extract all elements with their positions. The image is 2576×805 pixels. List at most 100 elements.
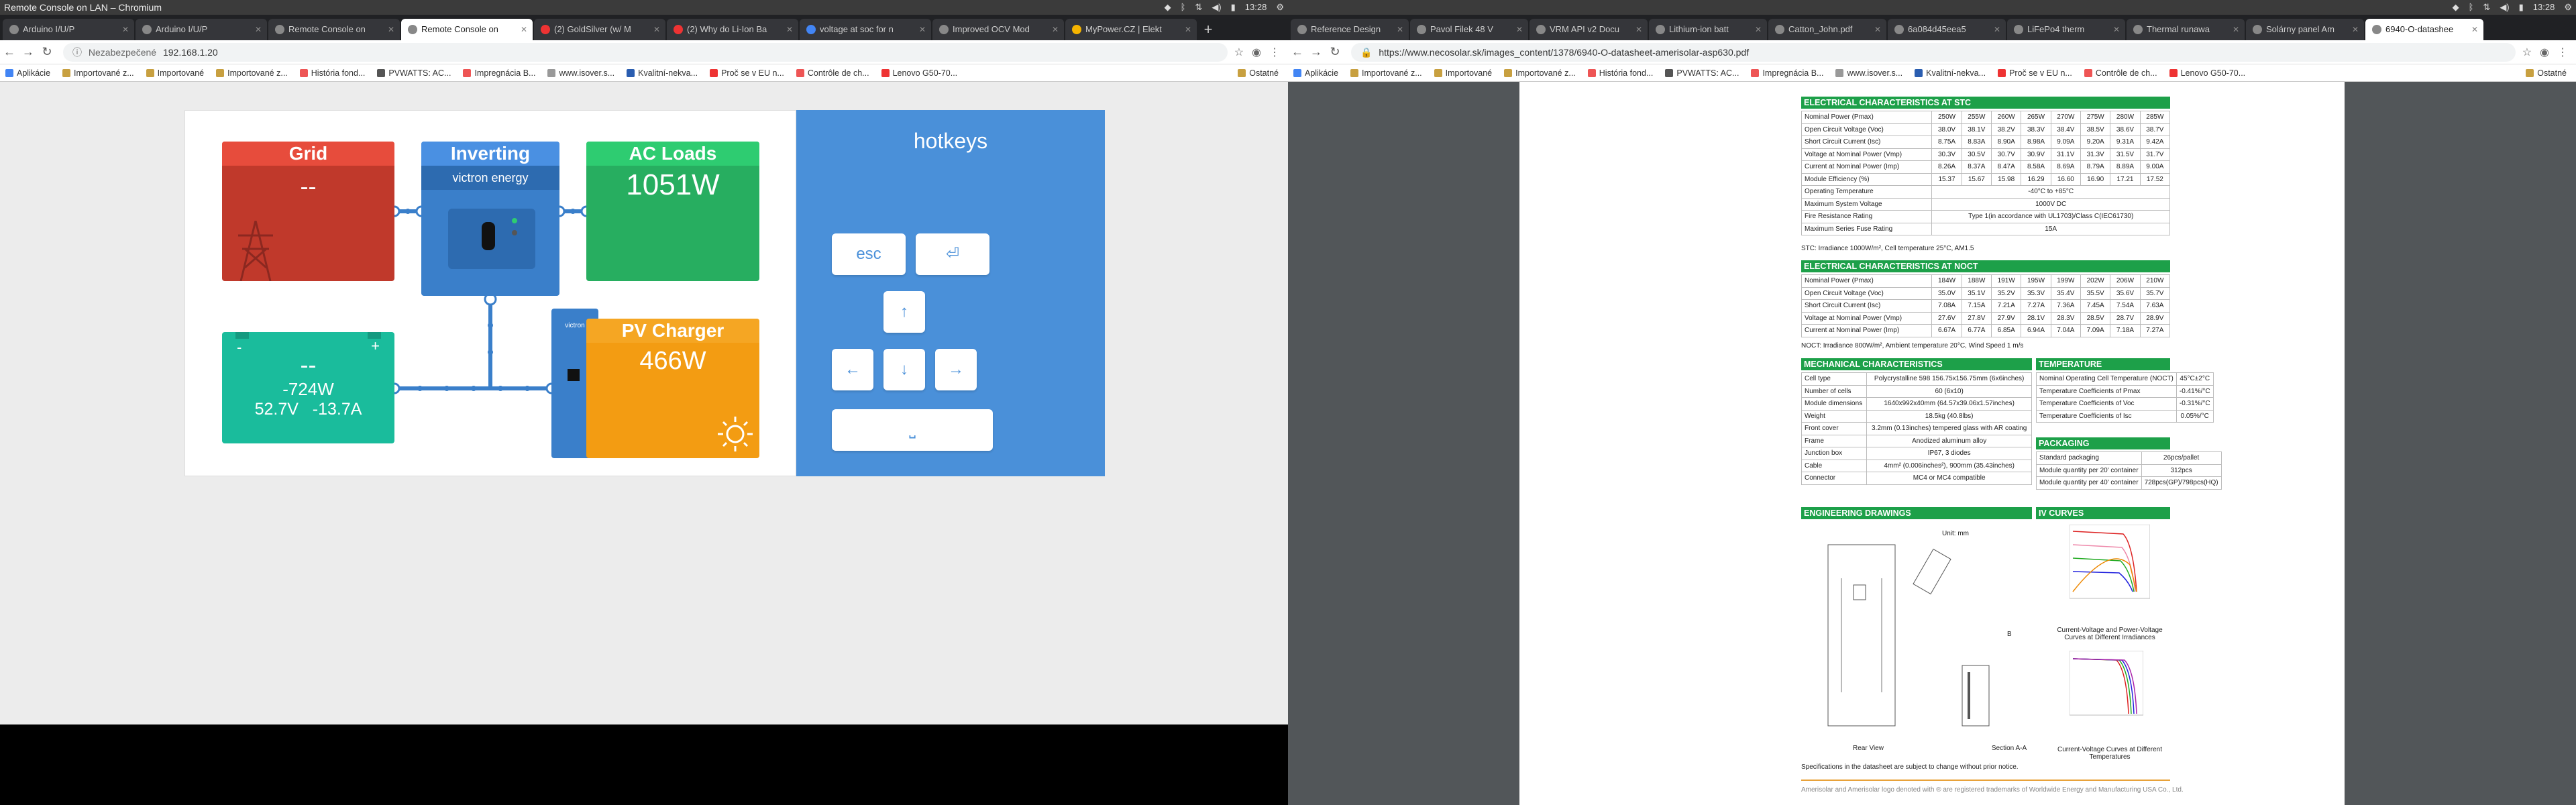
tab[interactable]: (2) Why do Li-Ion Ba ✕: [667, 19, 798, 40]
tab[interactable]: Improved OCV Mod ✕: [932, 19, 1064, 40]
menu-icon[interactable]: ⋮: [1269, 46, 1280, 59]
tab[interactable]: (2) GoldSilver (w/ M ✕: [534, 19, 665, 40]
bluetooth-icon[interactable]: ᛒ: [2469, 0, 2474, 15]
enter-key[interactable]: ⏎: [916, 233, 989, 275]
tab-active[interactable]: 6940-O-datashee ✕: [2365, 19, 2483, 40]
bookmark[interactable]: Proč se v EU n...: [710, 68, 784, 78]
down-key[interactable]: ↓: [883, 349, 925, 390]
close-tab-icon[interactable]: ✕: [521, 19, 527, 40]
bluetooth-icon[interactable]: ᛒ: [1181, 0, 1186, 15]
space-key[interactable]: ⎵: [832, 409, 993, 451]
settings-icon[interactable]: ⚙: [1276, 0, 1284, 15]
tab[interactable]: voltage at soc for n ✕: [800, 19, 931, 40]
reload-icon[interactable]: ↻: [1326, 45, 1344, 59]
tab[interactable]: VRM API v2 Docu ✕: [1529, 19, 1648, 40]
tab[interactable]: Catton_John.pdf ✕: [1768, 19, 1886, 40]
close-tab-icon[interactable]: ✕: [1755, 19, 1762, 40]
dropbox-icon[interactable]: ◆: [1165, 0, 1171, 15]
new-tab-button[interactable]: +: [1198, 19, 1218, 40]
tab[interactable]: Thermal runawa ✕: [2127, 19, 2245, 40]
extension-icon[interactable]: ◉: [1252, 46, 1261, 59]
bookmark[interactable]: Kvalitní-nekva...: [1915, 68, 1986, 78]
tab-active[interactable]: Remote Console on ✕: [401, 19, 533, 40]
bookmark[interactable]: Aplikácie: [5, 68, 50, 78]
battery-tile[interactable]: - + -- -724W 52.7V -13.7A: [222, 332, 394, 443]
network-icon[interactable]: ⇅: [2483, 0, 2490, 15]
left-key[interactable]: ←: [832, 349, 873, 390]
bookmark[interactable]: História fond...: [1587, 68, 1653, 78]
extension-icon[interactable]: ◉: [2540, 46, 2549, 59]
bookmark[interactable]: Impregnácia B...: [1751, 68, 1823, 78]
bookmark[interactable]: Importované z...: [1350, 68, 1422, 78]
bookmark[interactable]: Aplikácie: [1293, 68, 1338, 78]
bookmark[interactable]: www.isover.s...: [547, 68, 614, 78]
other-bookmarks[interactable]: Ostatné: [2526, 68, 2567, 78]
other-bookmarks[interactable]: Ostatné: [1238, 68, 1279, 78]
bookmark[interactable]: PVWATTS: AC...: [377, 68, 451, 78]
tab[interactable]: 6a084d45eea5 ✕: [1888, 19, 2006, 40]
pv-charger-tile[interactable]: PV Charger 466W: [586, 319, 759, 458]
bookmark[interactable]: Proč se v EU n...: [1998, 68, 2072, 78]
close-tab-icon[interactable]: ✕: [255, 19, 262, 40]
bookmark[interactable]: Importované z...: [1504, 68, 1576, 78]
reload-icon[interactable]: ↻: [38, 45, 56, 59]
forward-icon[interactable]: →: [1307, 45, 1326, 59]
bookmark[interactable]: Importované z...: [62, 68, 134, 78]
close-tab-icon[interactable]: ✕: [1516, 19, 1523, 40]
settings-icon[interactable]: ⚙: [2564, 0, 2572, 15]
clock[interactable]: 13:28: [2533, 0, 2555, 15]
close-tab-icon[interactable]: ✕: [1635, 19, 1642, 40]
tab[interactable]: MyPower.CZ | Elekt ✕: [1065, 19, 1197, 40]
bookmark[interactable]: www.isover.s...: [1835, 68, 1902, 78]
bookmark[interactable]: Lenovo G50-70...: [2169, 68, 2245, 78]
bookmark[interactable]: Contrôle de ch...: [2084, 68, 2157, 78]
star-icon[interactable]: ☆: [1234, 46, 1244, 59]
address-bar[interactable]: ⓘ Nezabezpečené 192.168.1.20: [63, 42, 1228, 62]
close-tab-icon[interactable]: ✕: [2113, 19, 2120, 40]
lock-icon[interactable]: 🔒: [1360, 47, 1372, 58]
battery-icon[interactable]: ▮: [1231, 0, 1236, 15]
volume-icon[interactable]: ◀): [1212, 0, 1221, 15]
star-icon[interactable]: ☆: [2522, 46, 2532, 59]
close-tab-icon[interactable]: ✕: [1397, 19, 1403, 40]
tab[interactable]: Solárny panel Am ✕: [2246, 19, 2364, 40]
bookmark[interactable]: Contrôle de ch...: [796, 68, 869, 78]
bookmark[interactable]: Impregnácia B...: [463, 68, 535, 78]
clock[interactable]: 13:28: [1245, 0, 1267, 15]
close-tab-icon[interactable]: ✕: [2352, 19, 2359, 40]
close-tab-icon[interactable]: ✕: [2471, 19, 2478, 40]
ac-loads-tile[interactable]: AC Loads 1051W: [586, 142, 759, 281]
close-tab-icon[interactable]: ✕: [1052, 19, 1059, 40]
bookmark[interactable]: História fond...: [299, 68, 365, 78]
tab[interactable]: Arduino I/U/P ✕: [3, 19, 134, 40]
back-icon[interactable]: ←: [0, 45, 19, 59]
bookmark[interactable]: Importované z...: [216, 68, 288, 78]
close-tab-icon[interactable]: ✕: [1994, 19, 2000, 40]
menu-icon[interactable]: ⋮: [2557, 46, 2568, 59]
inverter-tile[interactable]: Inverting victron energy: [421, 142, 559, 296]
bookmark[interactable]: Importované: [1434, 68, 1492, 78]
bookmark[interactable]: Lenovo G50-70...: [881, 68, 957, 78]
back-icon[interactable]: ←: [1288, 45, 1307, 59]
tab[interactable]: Lithium-ion batt ✕: [1649, 19, 1767, 40]
grid-tile[interactable]: Grid --: [222, 142, 394, 281]
info-icon[interactable]: ⓘ: [72, 47, 82, 58]
tab[interactable]: LiFePo4 therm ✕: [2007, 19, 2125, 40]
address-bar[interactable]: 🔒 https://www.necosolar.sk/images_conten…: [1351, 42, 2516, 62]
tab[interactable]: Pavol Filek 48 V ✕: [1410, 19, 1528, 40]
close-tab-icon[interactable]: ✕: [653, 19, 660, 40]
up-key[interactable]: ↑: [883, 291, 925, 333]
bookmark[interactable]: PVWATTS: AC...: [1665, 68, 1739, 78]
tab[interactable]: Reference Design ✕: [1291, 19, 1409, 40]
tab[interactable]: Remote Console on ✕: [268, 19, 400, 40]
bookmark[interactable]: Importované: [146, 68, 204, 78]
battery-icon[interactable]: ▮: [2519, 0, 2524, 15]
close-tab-icon[interactable]: ✕: [388, 19, 394, 40]
close-tab-icon[interactable]: ✕: [1185, 19, 1191, 40]
close-tab-icon[interactable]: ✕: [2233, 19, 2239, 40]
close-tab-icon[interactable]: ✕: [122, 19, 129, 40]
close-tab-icon[interactable]: ✕: [919, 19, 926, 40]
network-icon[interactable]: ⇅: [1195, 0, 1202, 15]
volume-icon[interactable]: ◀): [2500, 0, 2509, 15]
close-tab-icon[interactable]: ✕: [786, 19, 793, 40]
